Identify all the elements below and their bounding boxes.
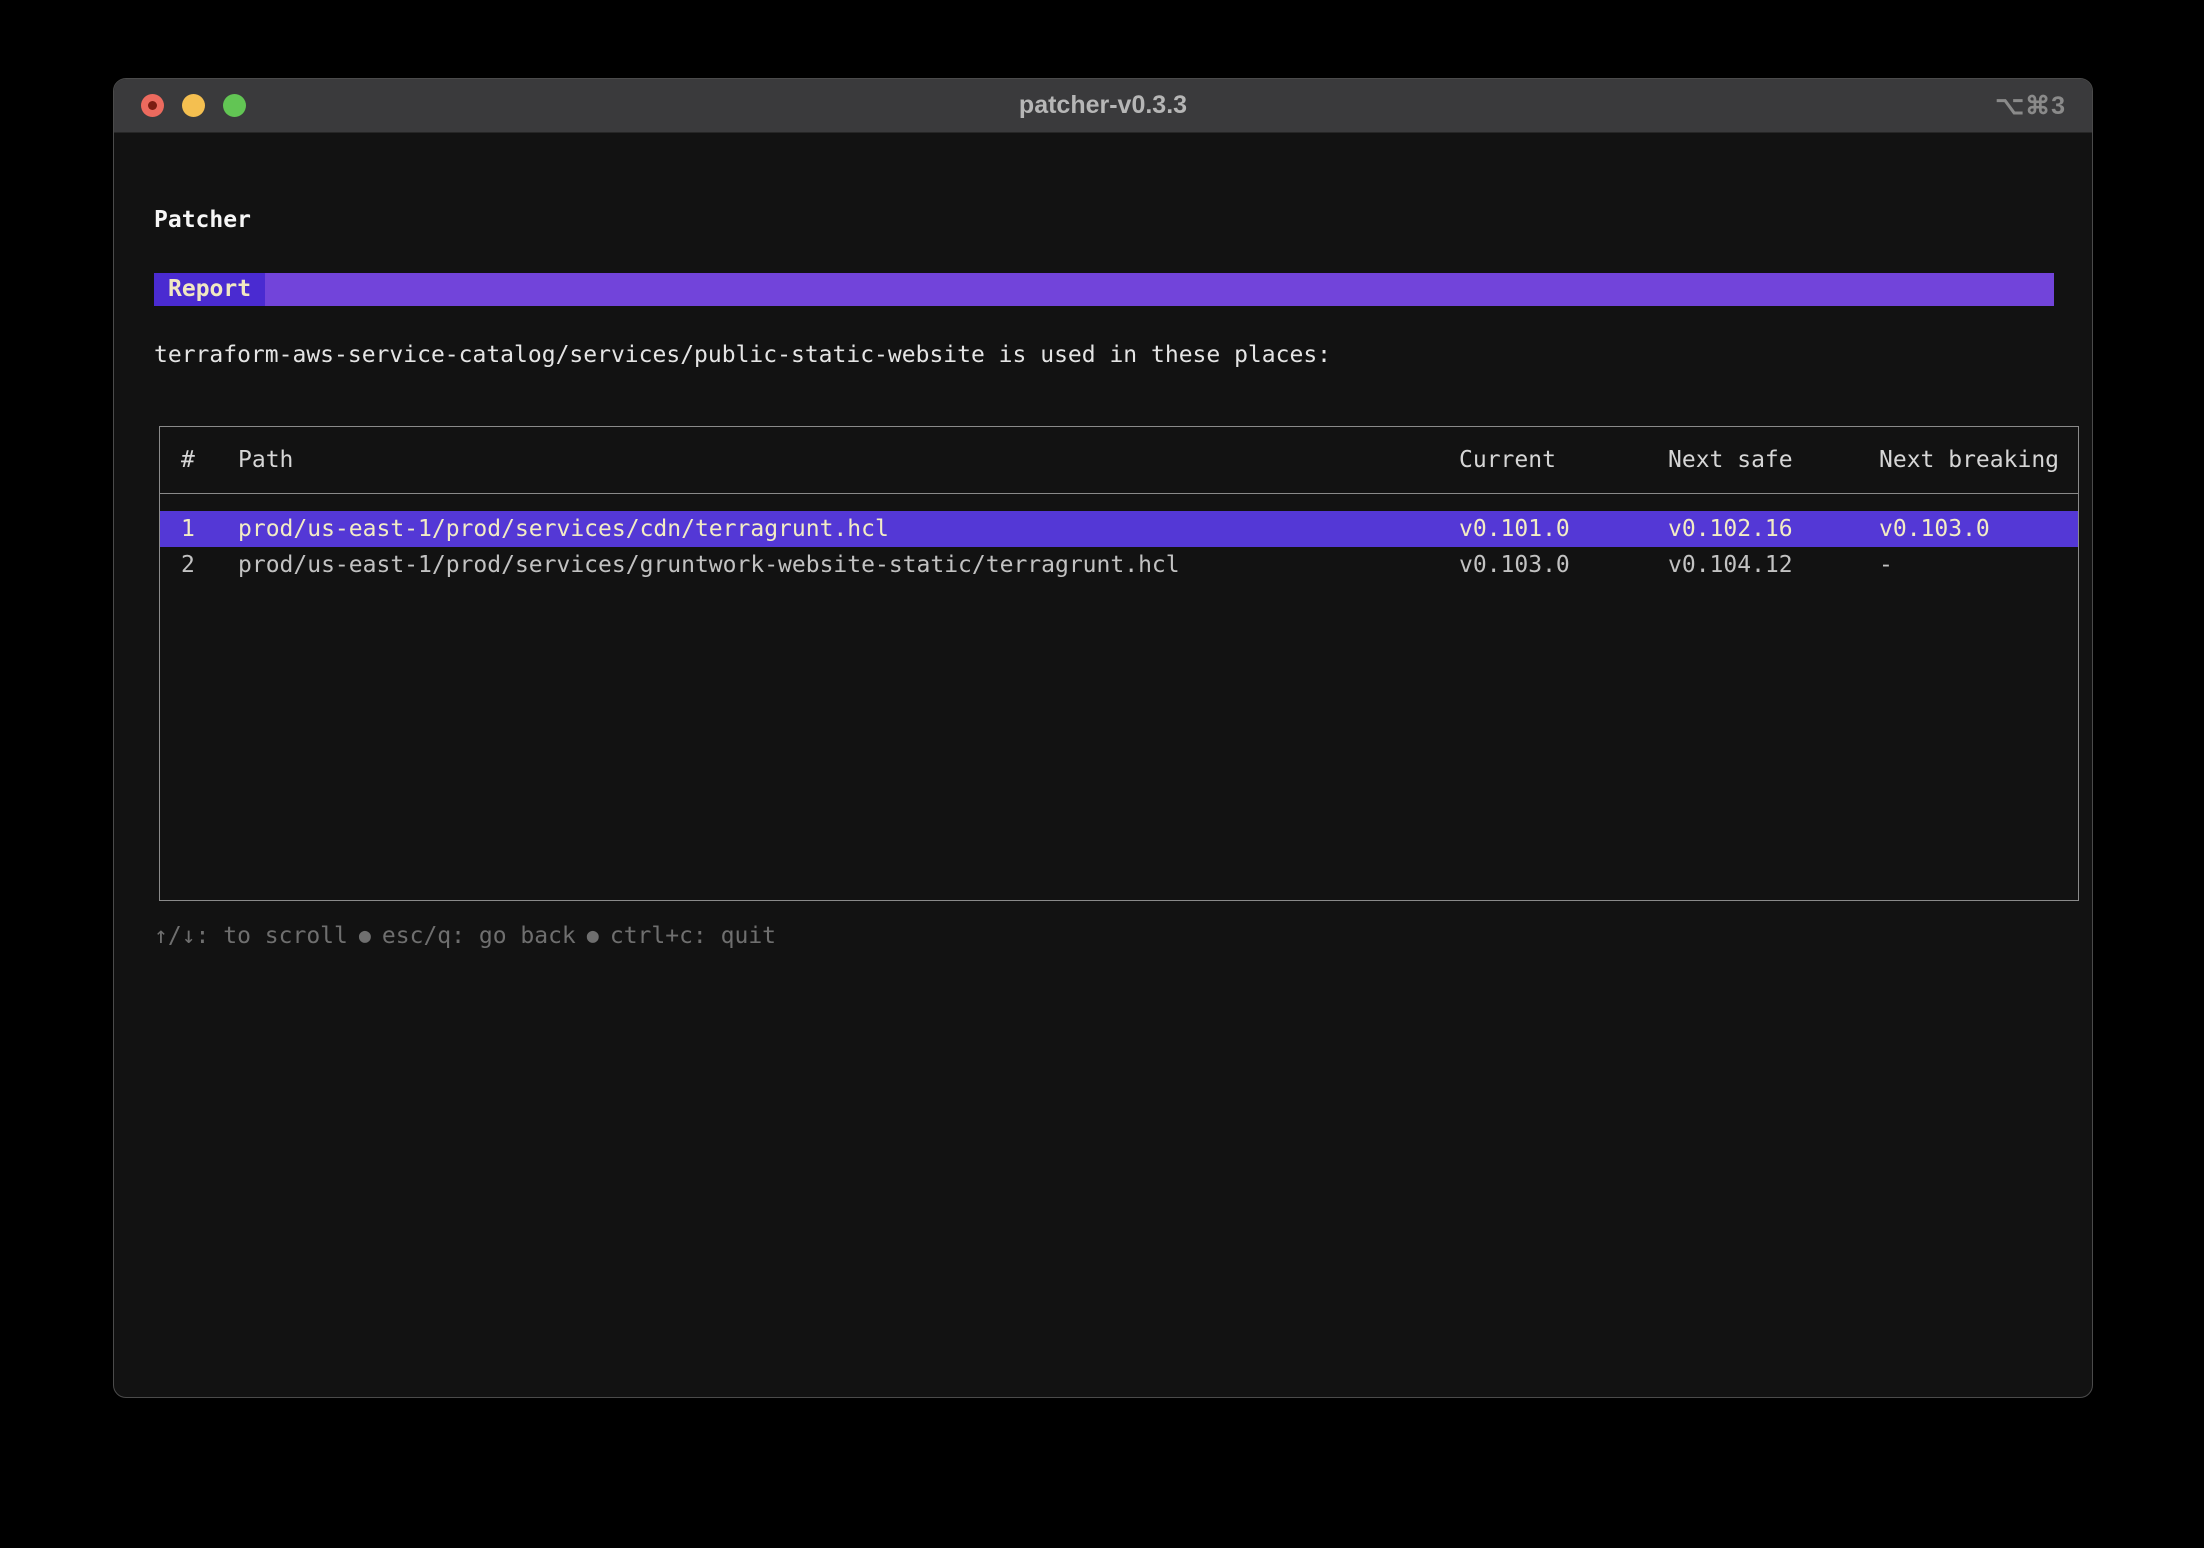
row-current-version: v0.103.0 bbox=[1459, 547, 1570, 583]
row-next-safe-version: v0.102.16 bbox=[1668, 511, 1793, 547]
table-row-selected[interactable]: 1 prod/us-east-1/prod/services/cdn/terra… bbox=[160, 511, 2078, 547]
row-current-version: v0.101.0 bbox=[1459, 511, 1570, 547]
bullet-separator-icon: ● bbox=[587, 923, 599, 947]
help-scroll: ↑/↓: to scroll bbox=[154, 923, 348, 949]
column-header-number: # bbox=[181, 427, 195, 493]
row-number: 2 bbox=[181, 547, 195, 583]
column-header-next-breaking: Next breaking bbox=[1879, 427, 2059, 493]
row-number: 1 bbox=[181, 511, 195, 547]
column-header-current: Current bbox=[1459, 427, 1556, 493]
close-button[interactable] bbox=[141, 94, 164, 117]
row-path: prod/us-east-1/prod/services/gruntwork-w… bbox=[238, 547, 1180, 583]
terminal-window: patcher-v0.3.3 ⌥⌘3 Patcher Report terraf… bbox=[113, 78, 2093, 1398]
help-go-back: esc/q: go back bbox=[382, 923, 576, 949]
bullet-separator-icon: ● bbox=[359, 923, 371, 947]
table-header-row: # Path Current Next safe Next breaking bbox=[160, 427, 2078, 494]
row-next-breaking-version: v0.103.0 bbox=[1879, 511, 1990, 547]
row-next-safe-version: v0.104.12 bbox=[1668, 547, 1793, 583]
table-row[interactable]: 2 prod/us-east-1/prod/services/gruntwork… bbox=[160, 547, 2078, 583]
column-header-path: Path bbox=[238, 427, 293, 493]
table-body: 1 prod/us-east-1/prod/services/cdn/terra… bbox=[160, 494, 2078, 583]
row-next-breaking-version: - bbox=[1879, 547, 1893, 583]
minimize-button[interactable] bbox=[182, 94, 205, 117]
help-quit: ctrl+c: quit bbox=[610, 923, 776, 949]
usage-table: # Path Current Next safe Next breaking 1… bbox=[159, 426, 2079, 901]
row-path: prod/us-east-1/prod/services/cdn/terragr… bbox=[238, 511, 889, 547]
help-bar: ↑/↓: to scroll ● esc/q: go back ● ctrl+c: qu… bbox=[154, 923, 2052, 949]
window-shortcut-badge: ⌥⌘3 bbox=[1995, 79, 2066, 132]
app-heading: Patcher bbox=[154, 207, 2052, 233]
terminal-content: Patcher Report terraform-aws-service-cat… bbox=[114, 207, 2092, 949]
column-header-next-safe: Next safe bbox=[1668, 427, 1793, 493]
window-title: patcher-v0.3.3 bbox=[1019, 91, 1187, 120]
report-banner: Report bbox=[154, 273, 2054, 306]
traffic-lights bbox=[141, 79, 246, 132]
usage-line: terraform-aws-service-catalog/services/p… bbox=[154, 342, 2052, 368]
tab-report: Report bbox=[154, 273, 265, 306]
window-titlebar: patcher-v0.3.3 ⌥⌘3 bbox=[114, 79, 2092, 133]
zoom-button[interactable] bbox=[223, 94, 246, 117]
